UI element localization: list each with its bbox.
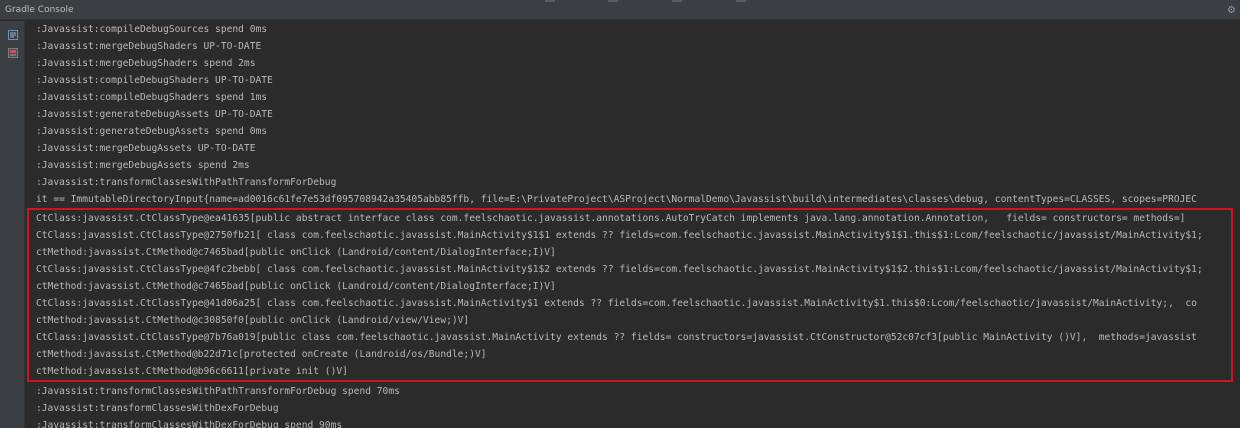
- console-line: it == ImmutableDirectoryInput{name=ad001…: [36, 194, 1197, 205]
- clear-console-icon[interactable]: [8, 43, 18, 58]
- console-line: ctMethod:javassist.CtMethod@b22d71c[prot…: [36, 349, 487, 360]
- console-line: :Javassist:transformClassesWithDexForDeb…: [36, 403, 279, 414]
- console-toolbar: [0, 21, 25, 428]
- console-line: CtClass:javassist.CtClassType@ea41635[pu…: [36, 213, 1186, 224]
- console-line: :Javassist:mergeDebugAssets spend 2ms: [36, 160, 250, 171]
- console-line: :Javassist:transformClassesWithDexForDeb…: [36, 420, 343, 428]
- tool-window-header: Gradle Console ⚙: [0, 2, 1240, 20]
- console-line: :Javassist:compileDebugShaders spend 1ms: [36, 92, 268, 103]
- tool-window-title: Gradle Console: [5, 5, 74, 15]
- console-line: CtClass:javassist.CtClassType@41d06a25[ …: [36, 298, 1197, 309]
- console-line: :Javassist:transformClassesWithPathTrans…: [36, 386, 400, 397]
- console-line: ctMethod:javassist.CtMethod@c30850f0[pub…: [36, 315, 470, 326]
- gradle-console-window: Gradle Console ⚙ :Javassist:compileDebug…: [0, 0, 1240, 428]
- console-line: :Javassist:compileDebugSources spend 0ms: [36, 24, 268, 35]
- console-line: CtClass:javassist.CtClassType@4fc2bebb[ …: [36, 264, 1203, 275]
- console-line: ctMethod:javassist.CtMethod@c7465bad[pub…: [36, 247, 556, 258]
- console-line: CtClass:javassist.CtClassType@2750fb21[ …: [36, 230, 1203, 241]
- console-line: CtClass:javassist.CtClassType@7b76a019[p…: [36, 332, 1197, 343]
- console-line: :Javassist:mergeDebugShaders spend 2ms: [36, 58, 256, 69]
- console-output[interactable]: :Javassist:compileDebugSources spend 0ms…: [26, 21, 1240, 428]
- console-line: :Javassist:transformClassesWithPathTrans…: [36, 177, 337, 188]
- soft-wrap-icon[interactable]: [8, 25, 18, 40]
- console-line: :Javassist:generateDebugAssets spend 0ms: [36, 126, 268, 137]
- gear-icon[interactable]: ⚙: [1220, 4, 1236, 18]
- console-line: :Javassist:generateDebugAssets UP-TO-DAT…: [36, 109, 273, 120]
- console-line: :Javassist:mergeDebugShaders UP-TO-DATE: [36, 41, 262, 52]
- console-line: :Javassist:mergeDebugAssets UP-TO-DATE: [36, 143, 256, 154]
- console-line: :Javassist:compileDebugShaders UP-TO-DAT…: [36, 75, 273, 86]
- console-line: ctMethod:javassist.CtMethod@c7465bad[pub…: [36, 281, 556, 292]
- console-line: ctMethod:javassist.CtMethod@b96c6611[pri…: [36, 366, 348, 377]
